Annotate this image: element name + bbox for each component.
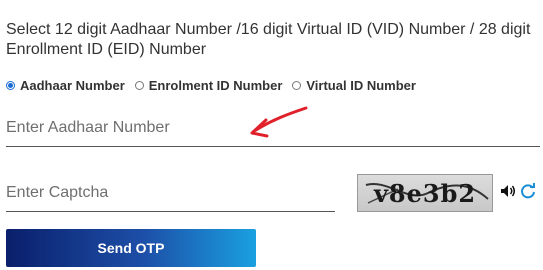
radio-virtual-id[interactable]: Virtual ID Number (292, 78, 416, 93)
radio-label-enrolment: Enrolment ID Number (148, 77, 283, 93)
instruction-text: Select 12 digit Aadhaar Number /16 digit… (6, 21, 531, 58)
radio-button[interactable] (134, 80, 144, 90)
radio-aadhaar-number[interactable]: Aadhaar Number (6, 78, 125, 93)
radio-button[interactable] (292, 80, 302, 90)
radio-enrolment-id[interactable]: Enrolment ID Number (134, 77, 283, 93)
refresh-icon[interactable] (520, 183, 536, 199)
radio-label-virtual: Virtual ID Number (306, 77, 416, 93)
radio-button-checked[interactable] (6, 80, 15, 90)
captcha-image: v8e3b2 (357, 174, 493, 212)
radio-label-aadhaar: Aadhaar Number (20, 77, 125, 93)
send-otp-button[interactable]: Send OTP (6, 229, 256, 267)
captcha-input[interactable] (6, 174, 335, 212)
annotation-arrow-icon (250, 106, 308, 138)
id-type-radio-group: Aadhaar Number Enrolment ID Number Virtu… (6, 76, 426, 94)
speaker-icon[interactable] (500, 183, 516, 199)
captcha-text: v8e3b2 (373, 178, 477, 208)
